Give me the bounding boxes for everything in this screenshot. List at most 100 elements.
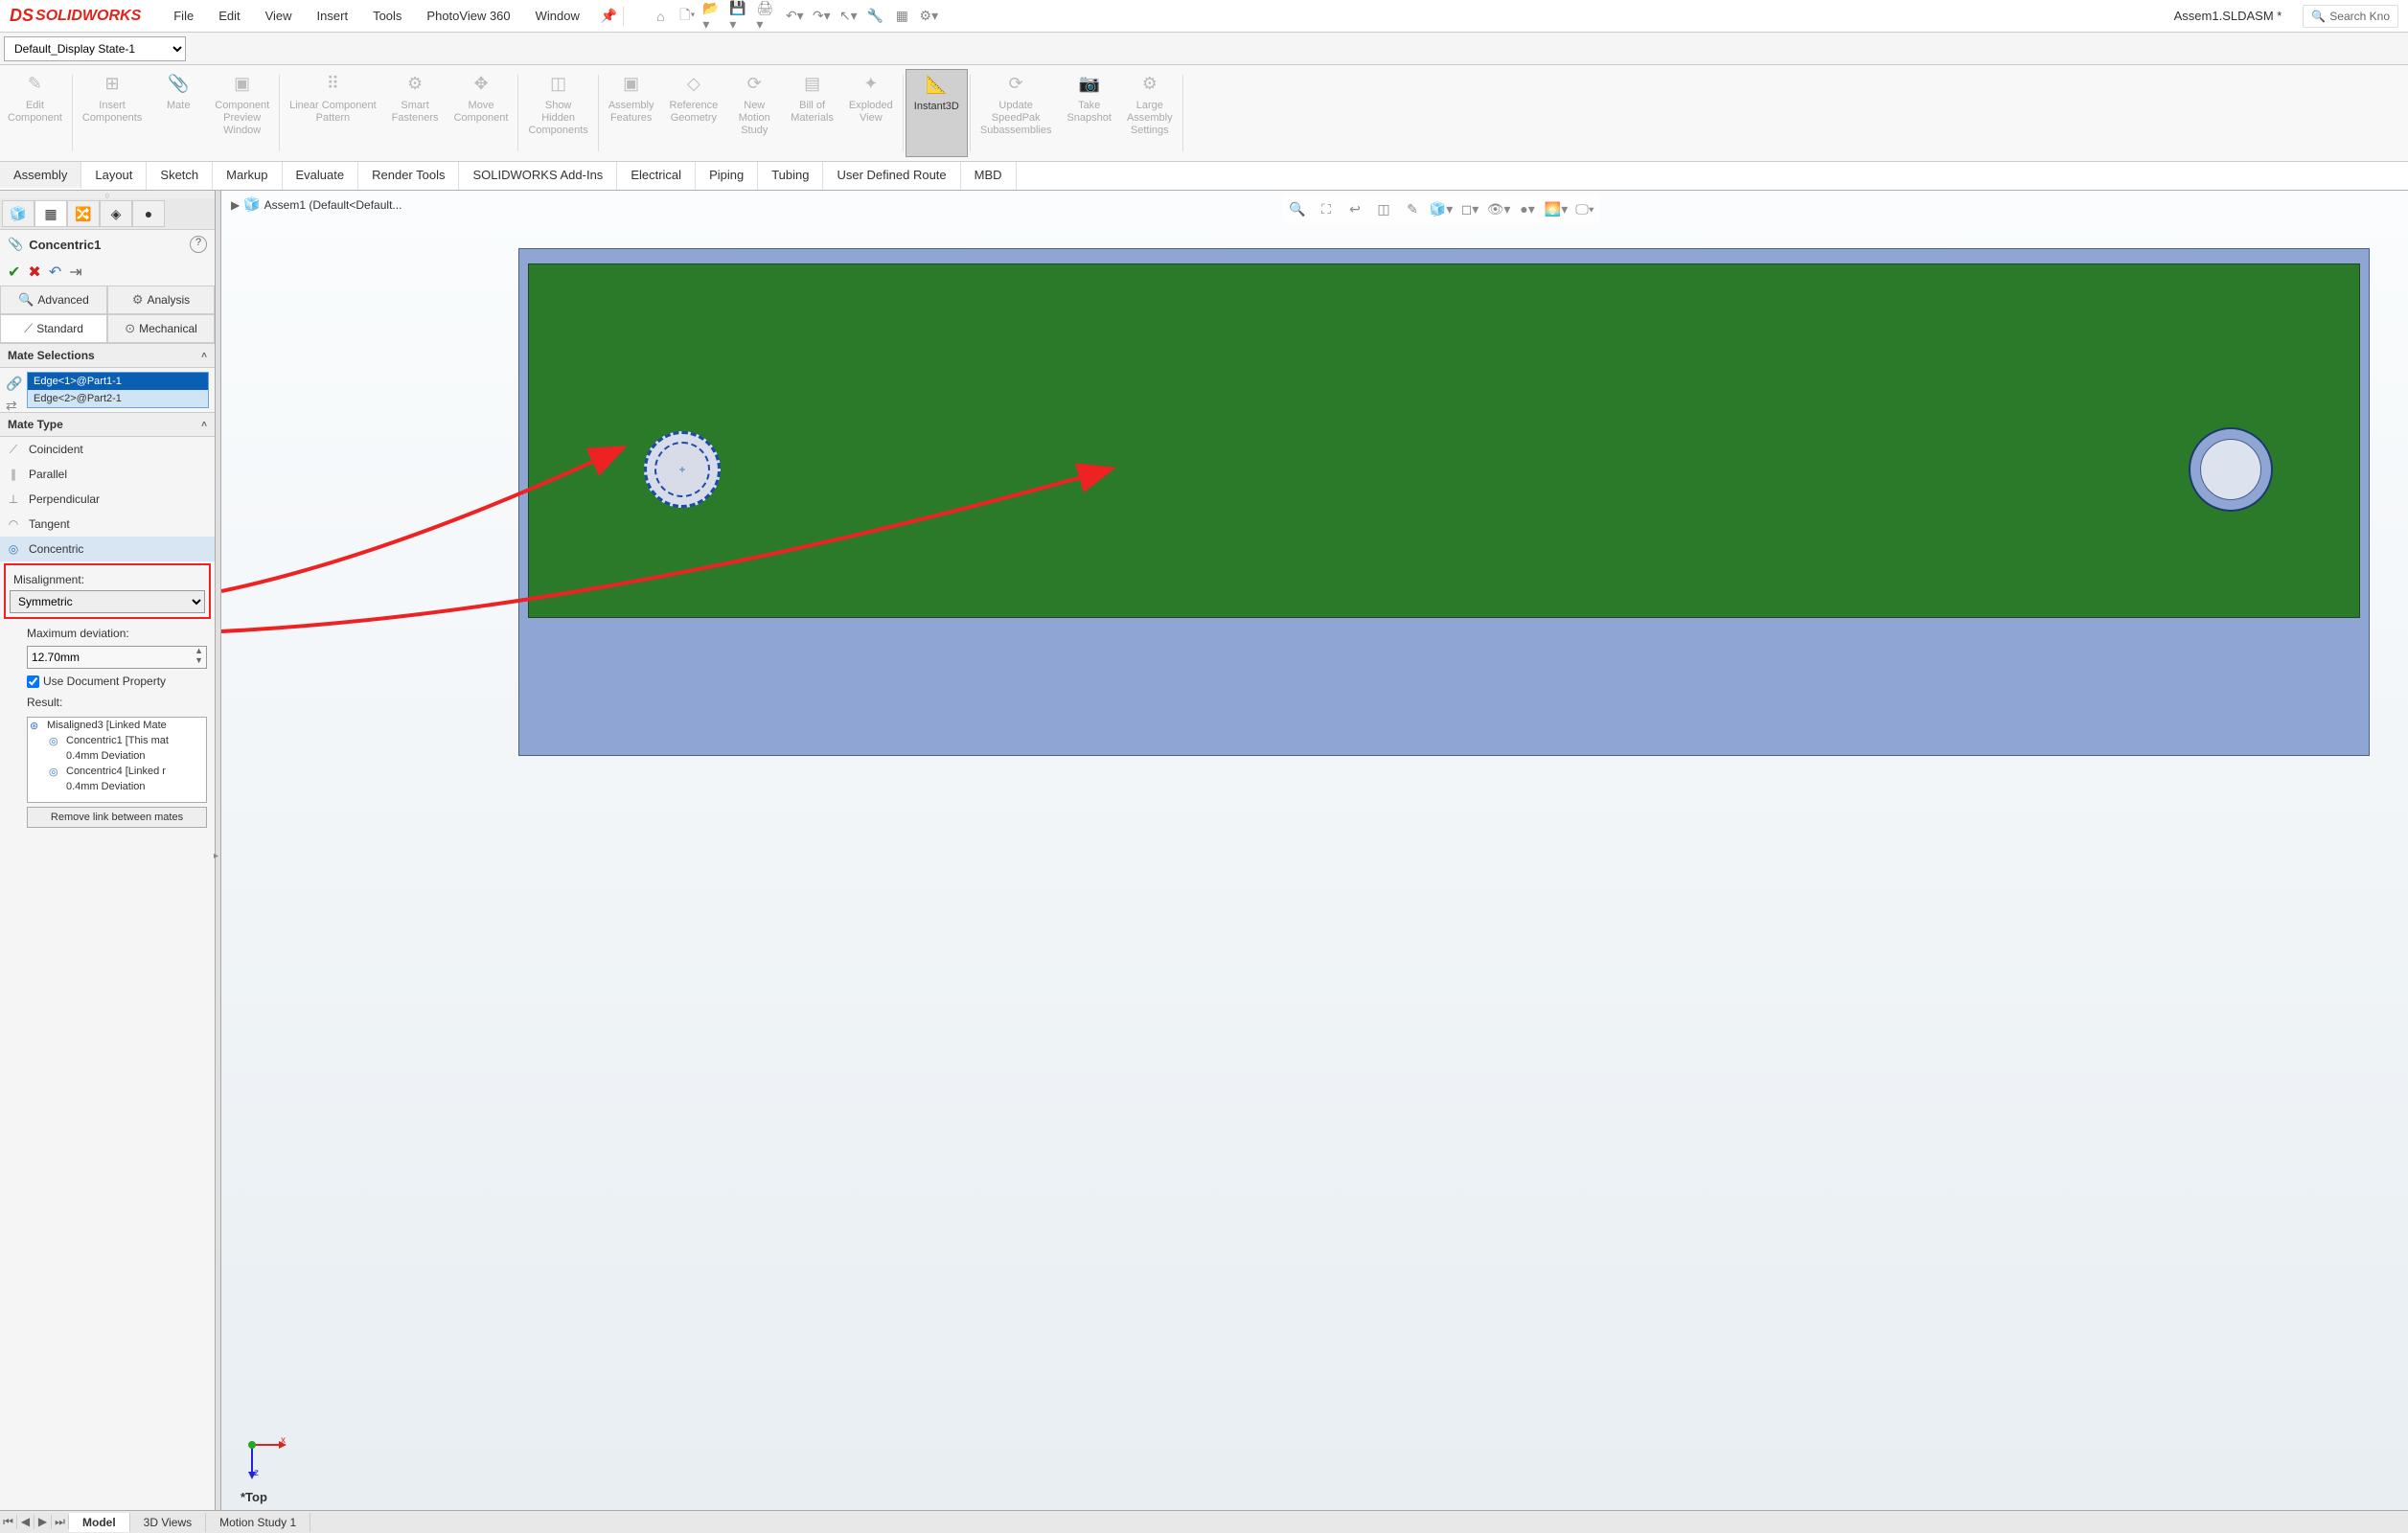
selection-item-1[interactable]: Edge<1>@Part1-1 bbox=[28, 373, 208, 390]
ribbon-tab-solidworks-add-ins[interactable]: SOLIDWORKS Add-Ins bbox=[459, 162, 617, 190]
result-tree[interactable]: ⊛Misaligned3 [Linked Mate◎Concentric1 [T… bbox=[27, 717, 207, 803]
part-green-plate[interactable]: + bbox=[528, 263, 2360, 618]
breadcrumb[interactable]: ▶ 🧊 Assem1 (Default<Default... bbox=[231, 196, 401, 213]
tab-motion-study[interactable]: Motion Study 1 bbox=[206, 1513, 310, 1532]
help-icon[interactable]: ? bbox=[190, 236, 207, 253]
result-tree-item[interactable]: 0.4mm Deviation bbox=[28, 748, 206, 764]
result-tree-item[interactable]: 0.4mm Deviation bbox=[28, 779, 206, 794]
edit-appearance-icon[interactable]: ●▾ bbox=[1515, 196, 1540, 221]
ribbon-btn-smart-fasteners[interactable]: ⚙SmartFasteners bbox=[384, 69, 447, 157]
result-tree-item[interactable]: ◎Concentric4 [Linked r bbox=[28, 764, 206, 779]
mate-type-tangent[interactable]: ◠Tangent bbox=[0, 512, 215, 537]
ribbon-btn-assembly-features[interactable]: ▣AssemblyFeatures bbox=[601, 69, 662, 157]
first-tab-icon[interactable]: ⏮ bbox=[0, 1515, 17, 1529]
pushpin-button[interactable]: ⇥ bbox=[69, 263, 81, 282]
menu-file[interactable]: File bbox=[162, 3, 205, 29]
ribbon-tab-layout[interactable]: Layout bbox=[81, 162, 147, 190]
graphics-area[interactable]: ▶ 🧊 Assem1 (Default<Default... 🔍 ⛶ ↩ ◫ ✎… bbox=[221, 191, 2408, 1510]
pin-icon[interactable]: 📌 bbox=[601, 8, 617, 24]
ribbon-btn-instant3d[interactable]: 📐Instant3D bbox=[906, 69, 968, 157]
ribbon-btn-show-hidden-components[interactable]: ◫ShowHiddenComponents bbox=[520, 69, 595, 157]
spinner-down-icon[interactable]: ▼ bbox=[195, 655, 203, 665]
tab-mechanical[interactable]: ⊙Mechanical bbox=[107, 314, 215, 343]
ribbon-btn-component-preview-window[interactable]: ▣ComponentPreviewWindow bbox=[207, 69, 277, 157]
ribbon-tab-electrical[interactable]: Electrical bbox=[617, 162, 696, 190]
mate-type-concentric[interactable]: ◎Concentric bbox=[0, 537, 215, 561]
use-doc-property-checkbox[interactable] bbox=[27, 675, 39, 688]
entities-icon[interactable]: 🔗 bbox=[6, 376, 22, 392]
undo-button[interactable]: ↶ bbox=[49, 263, 61, 282]
ribbon-btn-linear-component-pattern[interactable]: ⠿Linear ComponentPattern bbox=[282, 69, 384, 157]
mate-type-coincident[interactable]: ⟋Coincident bbox=[0, 437, 215, 462]
result-tree-item[interactable]: ⊛Misaligned3 [Linked Mate bbox=[28, 718, 206, 733]
ribbon-btn-exploded-view[interactable]: ✦ExplodedView bbox=[841, 69, 901, 157]
result-tree-item[interactable]: ◎Concentric1 [This mat bbox=[28, 733, 206, 748]
ok-button[interactable]: ✔ bbox=[8, 263, 20, 282]
misalignment-select[interactable]: Symmetric bbox=[10, 590, 205, 613]
ribbon-btn-bill-of-materials[interactable]: ▤Bill ofMaterials bbox=[783, 69, 841, 157]
dynamic-annot-icon[interactable]: ✎ bbox=[1400, 196, 1425, 221]
triangle-right-icon[interactable]: ▶ bbox=[231, 198, 240, 212]
menu-edit[interactable]: Edit bbox=[207, 3, 251, 29]
ribbon-btn-edit-component[interactable]: ✎EditComponent bbox=[0, 69, 70, 157]
tab-advanced[interactable]: 🔍Advanced bbox=[0, 286, 107, 314]
print-icon[interactable]: 🖨▾ bbox=[756, 5, 779, 28]
hide-show-icon[interactable]: 👁▾ bbox=[1486, 196, 1511, 221]
chevron-up-icon[interactable]: ˄ bbox=[201, 420, 207, 430]
apply-scene-icon[interactable]: 🌅▾ bbox=[1544, 196, 1569, 221]
ribbon-btn-take-snapshot[interactable]: 📷TakeSnapshot bbox=[1059, 69, 1118, 157]
panel-grip[interactable]: ○ bbox=[0, 191, 215, 198]
spinner-up-icon[interactable]: ▲ bbox=[195, 646, 203, 655]
display-style-icon[interactable]: ◻▾ bbox=[1457, 196, 1482, 221]
display-state-select[interactable]: Default_Display State-1 bbox=[4, 36, 186, 61]
max-deviation-input[interactable] bbox=[27, 646, 207, 669]
hole-2[interactable] bbox=[2189, 427, 2273, 512]
ribbon-tab-mbd[interactable]: MBD bbox=[961, 162, 1017, 190]
mate-selections-header[interactable]: Mate Selections ˄ bbox=[0, 343, 215, 368]
ribbon-tab-user-defined-route[interactable]: User Defined Route bbox=[823, 162, 960, 190]
ribbon-btn-insert-components[interactable]: ⊞InsertComponents bbox=[75, 69, 149, 157]
dimxpert-tab[interactable]: ◈ bbox=[100, 200, 132, 227]
tab-analysis[interactable]: ⚙Analysis bbox=[107, 286, 215, 314]
ribbon-btn-new-motion-study[interactable]: ⟳NewMotionStudy bbox=[725, 69, 783, 157]
ribbon-btn-reference-geometry[interactable]: ◇ReferenceGeometry bbox=[662, 69, 726, 157]
tab-3d-views[interactable]: 3D Views bbox=[130, 1513, 206, 1532]
next-tab-icon[interactable]: ▶ bbox=[34, 1515, 52, 1529]
ribbon-tab-assembly[interactable]: Assembly bbox=[0, 162, 81, 190]
mate-selection-list[interactable]: Edge<1>@Part1-1 Edge<2>@Part2-1 bbox=[27, 372, 209, 408]
ribbon-tab-markup[interactable]: Markup bbox=[213, 162, 282, 190]
zoom-area-icon[interactable]: ⛶ bbox=[1314, 196, 1339, 221]
file-props-icon[interactable]: ▦ bbox=[890, 5, 913, 28]
rebuild-icon[interactable]: 🔧 bbox=[863, 5, 886, 28]
prev-view-icon[interactable]: ↩ bbox=[1342, 196, 1367, 221]
swap-icon[interactable]: ⇄ bbox=[6, 398, 22, 414]
section-view-icon[interactable]: ◫ bbox=[1371, 196, 1396, 221]
ribbon-btn-mate[interactable]: 📎Mate bbox=[149, 69, 207, 157]
view-orient-icon[interactable]: 🧊▾ bbox=[1429, 196, 1454, 221]
ribbon-tab-sketch[interactable]: Sketch bbox=[147, 162, 213, 190]
hole-1-selected[interactable]: + bbox=[644, 431, 721, 508]
ribbon-tab-render-tools[interactable]: Render Tools bbox=[358, 162, 459, 190]
undo-icon[interactable]: ↶▾ bbox=[783, 5, 806, 28]
mate-type-perpendicular[interactable]: ⊥Perpendicular bbox=[0, 487, 215, 512]
ribbon-tab-piping[interactable]: Piping bbox=[696, 162, 758, 190]
redo-icon[interactable]: ↷▾ bbox=[810, 5, 833, 28]
menu-window[interactable]: Window bbox=[524, 3, 591, 29]
view-triad[interactable]: x z bbox=[241, 1433, 288, 1481]
prev-tab-icon[interactable]: ◀ bbox=[17, 1515, 34, 1529]
ribbon-btn-large-assembly-settings[interactable]: ⚙LargeAssemblySettings bbox=[1119, 69, 1181, 157]
ribbon-tab-tubing[interactable]: Tubing bbox=[758, 162, 823, 190]
ribbon-btn-move-component[interactable]: ✥MoveComponent bbox=[447, 69, 516, 157]
config-manager-tab[interactable]: 🔀 bbox=[67, 200, 100, 227]
menu-photoview[interactable]: PhotoView 360 bbox=[415, 3, 521, 29]
home-icon[interactable]: ⌂ bbox=[649, 5, 672, 28]
save-icon[interactable]: 💾▾ bbox=[729, 5, 752, 28]
select-icon[interactable]: ↖▾ bbox=[837, 5, 860, 28]
menu-view[interactable]: View bbox=[254, 3, 304, 29]
zoom-fit-icon[interactable]: 🔍 bbox=[1285, 196, 1310, 221]
appearance-tab[interactable]: ● bbox=[132, 200, 165, 227]
remove-link-button[interactable]: Remove link between mates bbox=[27, 807, 207, 828]
feature-tree-tab[interactable]: 🧊 bbox=[2, 200, 34, 227]
menu-insert[interactable]: Insert bbox=[306, 3, 360, 29]
menu-tools[interactable]: Tools bbox=[361, 3, 413, 29]
